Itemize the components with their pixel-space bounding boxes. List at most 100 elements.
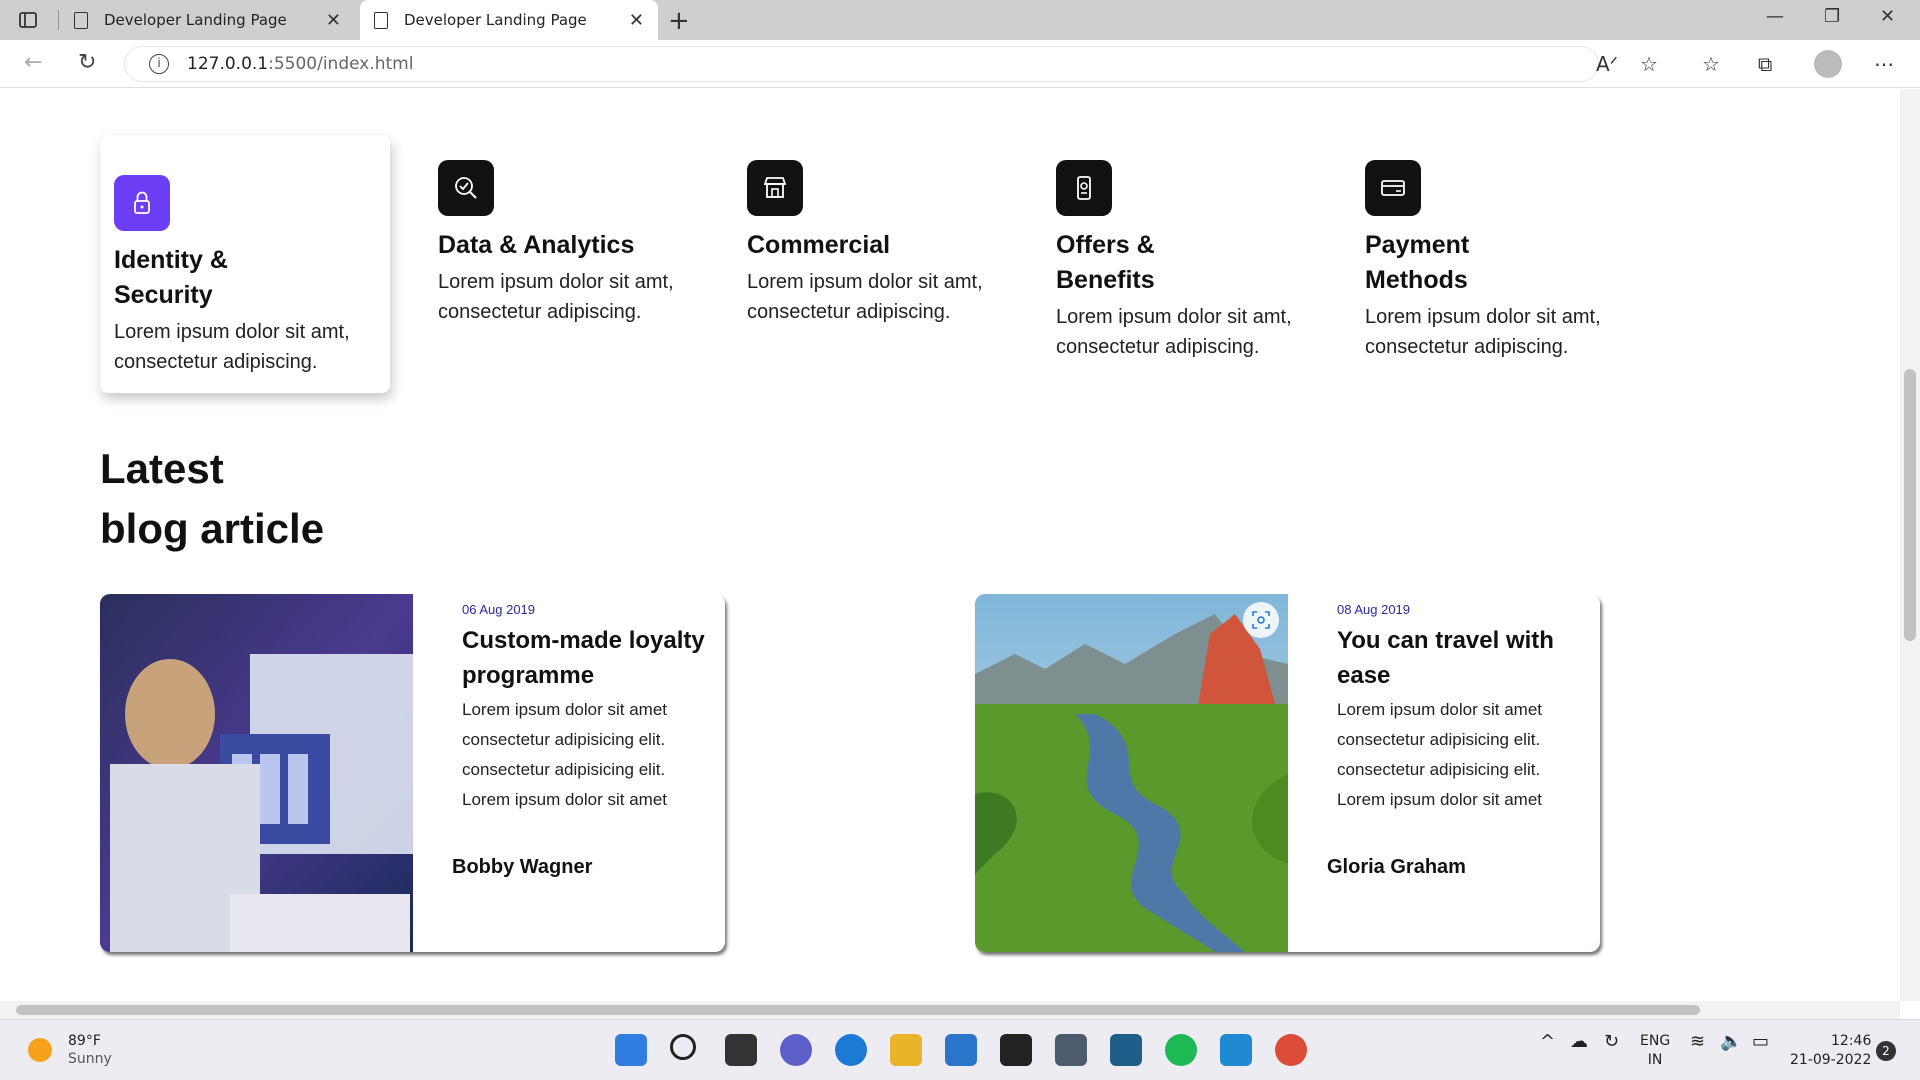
feature-desc: Lorem ipsum dolor sit amt, consectetur a… xyxy=(747,271,983,323)
profile-avatar[interactable] xyxy=(1814,50,1842,78)
blog-text-line: consectetur adipisicing elit. xyxy=(1337,730,1541,749)
tab-bar: Developer Landing Page ✕ Developer Landi… xyxy=(0,0,1920,40)
chrome-icon[interactable] xyxy=(1275,1034,1307,1066)
tab-separator xyxy=(58,10,59,30)
blog-card[interactable]: 06 Aug 2019 Custom-made loyalty programm… xyxy=(100,594,725,952)
feature-title: Payment Methods xyxy=(1365,231,1470,294)
sun-icon xyxy=(28,1037,52,1062)
lock-icon xyxy=(114,175,170,231)
language-indicator[interactable]: ENG IN xyxy=(1640,1032,1670,1070)
visual-search-icon[interactable] xyxy=(1243,602,1279,638)
add-favorite-icon[interactable]: ☆ xyxy=(1640,52,1658,76)
scroll-thumb[interactable] xyxy=(1904,369,1916,641)
clock-time: 12:46 xyxy=(1831,1033,1872,1049)
blog-text-line: consectetur adipisicing elit. xyxy=(462,760,666,779)
blog-text-line: Lorem ipsum dolor sit amet xyxy=(462,790,668,809)
address-bar[interactable]: i 127.0.0.1:5500/index.html xyxy=(124,46,1599,82)
dropbox-icon[interactable] xyxy=(1000,1034,1032,1066)
weather-desc: Sunny xyxy=(68,1051,112,1067)
blog-card[interactable]: 08 Aug 2019 You can travel with ease Lor… xyxy=(975,594,1600,952)
edge-icon[interactable] xyxy=(835,1034,867,1066)
vertical-scrollbar[interactable] xyxy=(1900,89,1920,1001)
blog-title[interactable]: Custom-made loyalty programme xyxy=(462,623,712,693)
file-explorer-icon[interactable] xyxy=(890,1034,922,1066)
feature-desc: Lorem ipsum dolor sit amt, consectetur a… xyxy=(114,321,350,373)
search-icon[interactable] xyxy=(670,1034,696,1060)
feature-desc: Lorem ipsum dolor sit amt, consectetur a… xyxy=(1365,306,1601,358)
minimize-icon[interactable]: — xyxy=(1766,6,1784,27)
close-window-icon[interactable]: ✕ xyxy=(1880,6,1895,27)
wifi-icon[interactable]: ≋ xyxy=(1690,1032,1705,1051)
blog-text-line: consectetur adipisicing elit. xyxy=(1337,760,1541,779)
store-icon xyxy=(747,160,803,216)
blog-title[interactable]: You can travel with ease xyxy=(1337,623,1587,693)
task-view-icon[interactable] xyxy=(725,1034,757,1066)
feature-offers-benefits[interactable]: Offers & Benefits Lorem ipsum dolor sit … xyxy=(1056,160,1346,362)
tab-inactive[interactable]: Developer Landing Page ✕ xyxy=(60,0,355,40)
blog-section-title: Latest blog article xyxy=(100,439,324,559)
chat-icon[interactable] xyxy=(780,1034,812,1066)
blog-image-developer xyxy=(100,594,413,952)
blog-text-line: consectetur adipisicing elit. xyxy=(462,730,666,749)
weather-temp: 89°F xyxy=(68,1033,101,1049)
feature-title: Commercial xyxy=(747,231,891,259)
blog-author: Bobby Wagner xyxy=(452,856,593,878)
scroll-thumb[interactable] xyxy=(16,1005,1700,1015)
blog-body: 06 Aug 2019 Custom-made loyalty programm… xyxy=(462,594,712,815)
feature-title: Offers & Benefits xyxy=(1056,231,1155,294)
new-tab-icon[interactable]: + xyxy=(668,6,690,36)
feature-commercial[interactable]: Commercial Lorem ipsum dolor sit amt, co… xyxy=(747,160,1037,327)
feature-desc: Lorem ipsum dolor sit amt, consectetur a… xyxy=(1056,306,1292,358)
blog-text-line: Lorem ipsum dolor sit amet xyxy=(1337,790,1543,809)
cortana-icon[interactable] xyxy=(1110,1034,1142,1066)
taskbar: 89°F Sunny ^ ☁ ↻ ENG IN ≋ 🔈 ▭ 12:46 21-0… xyxy=(0,1019,1920,1080)
url-text[interactable]: 127.0.0.1:5500/index.html xyxy=(187,54,413,74)
page-viewport: Identity & Security Lorem ipsum dolor si… xyxy=(0,89,1900,1001)
card-icon xyxy=(1365,160,1421,216)
blog-date: 06 Aug 2019 xyxy=(462,602,536,617)
back-icon[interactable]: ← xyxy=(24,50,42,75)
offer-icon xyxy=(1056,160,1112,216)
close-tab-icon[interactable]: ✕ xyxy=(629,10,644,31)
favorites-icon[interactable]: ☆ xyxy=(1702,52,1720,76)
site-info-icon[interactable]: i xyxy=(149,54,169,74)
vscode-icon[interactable] xyxy=(1220,1034,1252,1066)
restore-icon[interactable]: ❐ xyxy=(1824,6,1840,27)
start-icon[interactable] xyxy=(615,1034,647,1066)
feature-title: Identity & Security xyxy=(114,246,228,309)
page-icon xyxy=(74,11,88,29)
read-aloud-icon[interactable]: Aᐟ xyxy=(1596,52,1618,76)
blog-text-line: Lorem ipsum dolor sit amet xyxy=(462,700,668,719)
tab-active[interactable]: Developer Landing Page ✕ xyxy=(360,0,658,40)
tab-title: Developer Landing Page xyxy=(104,11,287,29)
analytics-icon xyxy=(438,160,494,216)
lang-code: ENG xyxy=(1640,1033,1671,1049)
notification-badge[interactable]: 2 xyxy=(1876,1041,1896,1061)
onedrive-icon[interactable]: ☁ xyxy=(1570,1032,1588,1051)
tab-actions-icon[interactable] xyxy=(18,10,38,30)
feature-desc: Lorem ipsum dolor sit amt, consectetur a… xyxy=(438,271,674,323)
feature-title: Data & Analytics xyxy=(438,231,635,259)
show-hidden-icons[interactable]: ^ xyxy=(1540,1032,1555,1051)
close-tab-icon[interactable]: ✕ xyxy=(326,10,341,31)
clock-date: 21-09-2022 xyxy=(1790,1052,1872,1068)
more-options-icon[interactable]: ⋯ xyxy=(1874,52,1894,76)
feature-data-analytics[interactable]: Data & Analytics Lorem ipsum dolor sit a… xyxy=(438,160,728,327)
spotify-icon[interactable] xyxy=(1165,1034,1197,1066)
blog-text-line: Lorem ipsum dolor sit amet xyxy=(1337,700,1543,719)
sync-icon[interactable]: ↻ xyxy=(1604,1032,1619,1051)
tab-title: Developer Landing Page xyxy=(404,11,587,29)
battery-icon[interactable]: ▭ xyxy=(1752,1032,1769,1051)
horizontal-scrollbar[interactable] xyxy=(0,1001,1900,1019)
page-icon xyxy=(374,11,388,29)
feature-payment-methods[interactable]: Payment Methods Lorem ipsum dolor sit am… xyxy=(1365,160,1655,362)
mail-icon[interactable] xyxy=(945,1034,977,1066)
weather-widget[interactable]: 89°F Sunny xyxy=(28,1032,112,1067)
volume-icon[interactable]: 🔈 xyxy=(1720,1032,1742,1051)
collections-icon[interactable]: ⧉ xyxy=(1758,52,1772,76)
github-desktop-icon[interactable] xyxy=(1055,1034,1087,1066)
feature-card-identity[interactable]: Identity & Security Lorem ipsum dolor si… xyxy=(100,135,390,393)
refresh-icon[interactable]: ↻ xyxy=(78,50,96,75)
clock[interactable]: 12:46 21-09-2022 xyxy=(1790,1032,1871,1070)
blog-body: 08 Aug 2019 You can travel with ease Lor… xyxy=(1337,594,1587,815)
